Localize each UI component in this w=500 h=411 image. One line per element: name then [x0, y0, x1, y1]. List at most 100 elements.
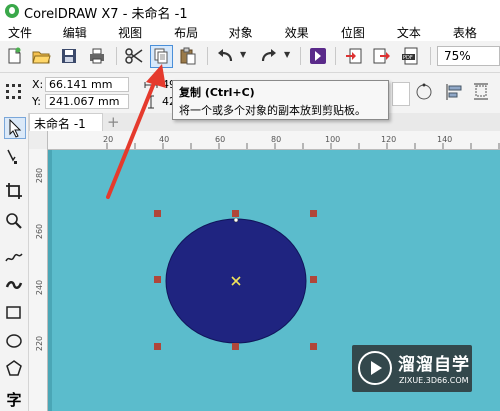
- pdf-icon: PDF: [402, 47, 418, 65]
- ruler-origin-corner[interactable]: [29, 131, 48, 150]
- standard-toolbar: ▼ ▼ PDF 75%: [0, 41, 500, 73]
- export-icon: [373, 48, 390, 64]
- save-button[interactable]: [59, 46, 79, 66]
- ellipse-node[interactable]: [233, 217, 239, 223]
- shape-tool[interactable]: [4, 147, 24, 167]
- scissors-icon: [125, 48, 143, 64]
- outline-width-input[interactable]: [392, 82, 410, 106]
- ruler-label: 240: [35, 279, 45, 296]
- height-icon: [144, 95, 158, 109]
- watermark-url: ZIXUE.3D66.COM: [399, 376, 469, 385]
- redo-button[interactable]: [259, 46, 279, 66]
- rectangle-tool[interactable]: [4, 303, 24, 323]
- play-logo-icon: [358, 351, 392, 385]
- zoom-level-input[interactable]: 75%: [437, 46, 500, 66]
- handle-top-left: [154, 210, 161, 217]
- menu-bitmaps[interactable]: 位图(B): [333, 22, 389, 55]
- freehand-tool[interactable]: [4, 247, 24, 267]
- toolbar-separator: [300, 47, 301, 65]
- ruler-label: 40: [159, 135, 170, 144]
- import-button[interactable]: [344, 46, 364, 66]
- corel-connect-icon: [310, 48, 326, 64]
- rectangle-icon: [6, 306, 21, 319]
- undo-dropdown-icon[interactable]: ▼: [240, 50, 246, 59]
- menu-table[interactable]: 表格(T): [445, 22, 500, 55]
- ruler-label: 60: [215, 135, 226, 144]
- tab-document[interactable]: 未命名 -1: [29, 113, 103, 131]
- save-icon: [62, 49, 76, 63]
- window-title: CorelDRAW X7 - 未命名 -1: [24, 7, 188, 22]
- horizontal-ruler[interactable]: 20 40 60 80 100 120 140: [29, 131, 500, 150]
- pointer-arrow-icon: [9, 118, 22, 138]
- y-label: Y:: [32, 95, 41, 108]
- add-tab-button[interactable]: +: [107, 113, 120, 131]
- toolbar-separator: [116, 47, 117, 65]
- toolbox: 字: [0, 113, 29, 411]
- redo-icon: [261, 49, 276, 62]
- crop-tool[interactable]: [4, 181, 24, 201]
- menu-text[interactable]: 文本(X): [389, 22, 445, 55]
- handle-right: [310, 276, 317, 283]
- menu-layout[interactable]: 布局(L): [166, 22, 221, 55]
- menu-file[interactable]: 文件(F): [0, 22, 55, 55]
- handle-top-right: [310, 210, 317, 217]
- align-icon[interactable]: [444, 82, 464, 102]
- search-content-button[interactable]: [308, 46, 328, 66]
- artistic-brush-icon: [5, 281, 23, 289]
- menu-bar: 文件(F) 编辑(E) 视图(V) 布局(L) 对象(C) 效果(C) 位图(B…: [0, 22, 500, 55]
- menu-edit[interactable]: 编辑(E): [55, 22, 110, 55]
- tooltip-title: 复制 (Ctrl+C): [179, 86, 255, 99]
- menu-object[interactable]: 对象(C): [221, 22, 277, 55]
- export-button[interactable]: [372, 46, 392, 66]
- publish-pdf-button[interactable]: PDF: [401, 46, 421, 66]
- crop-icon: [6, 183, 22, 199]
- reference-point-icon[interactable]: [5, 83, 23, 101]
- magnifier-icon: [6, 213, 22, 229]
- shape-node-icon: [7, 149, 17, 164]
- coreldraw-logo-icon: [5, 4, 19, 18]
- tooltip-description: 将一个或多个对象的副本放到剪贴板。: [179, 104, 366, 117]
- y-position-input[interactable]: 241.067 mm: [45, 94, 129, 109]
- x-label: X:: [32, 78, 44, 91]
- cut-button[interactable]: [124, 46, 144, 66]
- vertical-ruler[interactable]: 280 260 240 220: [29, 149, 48, 411]
- import-icon: [346, 48, 362, 64]
- artistic-media-tool[interactable]: [4, 275, 24, 295]
- polygon-tool[interactable]: [4, 359, 24, 379]
- zoom-tool[interactable]: [4, 211, 24, 231]
- ellipse-icon: [6, 334, 22, 348]
- undo-icon: [218, 49, 233, 62]
- new-document-button[interactable]: [4, 46, 24, 66]
- paste-button[interactable]: [178, 46, 198, 66]
- convert-to-curves-icon[interactable]: [414, 82, 434, 102]
- redo-dropdown-icon[interactable]: ▼: [284, 50, 290, 59]
- width-icon: [144, 78, 158, 92]
- menu-view[interactable]: 视图(V): [110, 22, 166, 55]
- copy-tooltip: 复制 (Ctrl+C) 将一个或多个对象的副本放到剪贴板。: [172, 80, 389, 120]
- ruler-label: 280: [35, 167, 45, 184]
- ruler-label: 140: [437, 135, 453, 144]
- toolbar-separator: [207, 47, 208, 65]
- menu-effects[interactable]: 效果(C): [277, 22, 333, 55]
- copy-button[interactable]: [150, 45, 173, 68]
- clipboard-icon: [180, 47, 196, 65]
- handle-left: [154, 276, 161, 283]
- text-tool[interactable]: 字: [4, 389, 24, 409]
- ruler-label: 260: [35, 223, 45, 240]
- open-button[interactable]: [31, 46, 51, 66]
- print-button[interactable]: [87, 46, 107, 66]
- wrap-text-icon[interactable]: [472, 82, 492, 102]
- handle-bottom: [232, 343, 239, 350]
- ruler-label: 220: [35, 335, 45, 352]
- pick-tool[interactable]: [4, 117, 26, 139]
- x-position-input[interactable]: 66.141 mm: [45, 77, 129, 92]
- polygon-icon: [6, 360, 22, 376]
- freehand-icon: [5, 253, 23, 262]
- copy-icon: [154, 48, 168, 64]
- handle-bottom-left: [154, 343, 161, 350]
- toolbar-separator: [335, 47, 336, 65]
- ruler-ticks: [106, 143, 500, 149]
- ellipse-tool[interactable]: [4, 331, 24, 351]
- undo-button[interactable]: [215, 46, 235, 66]
- handle-top: [232, 210, 239, 217]
